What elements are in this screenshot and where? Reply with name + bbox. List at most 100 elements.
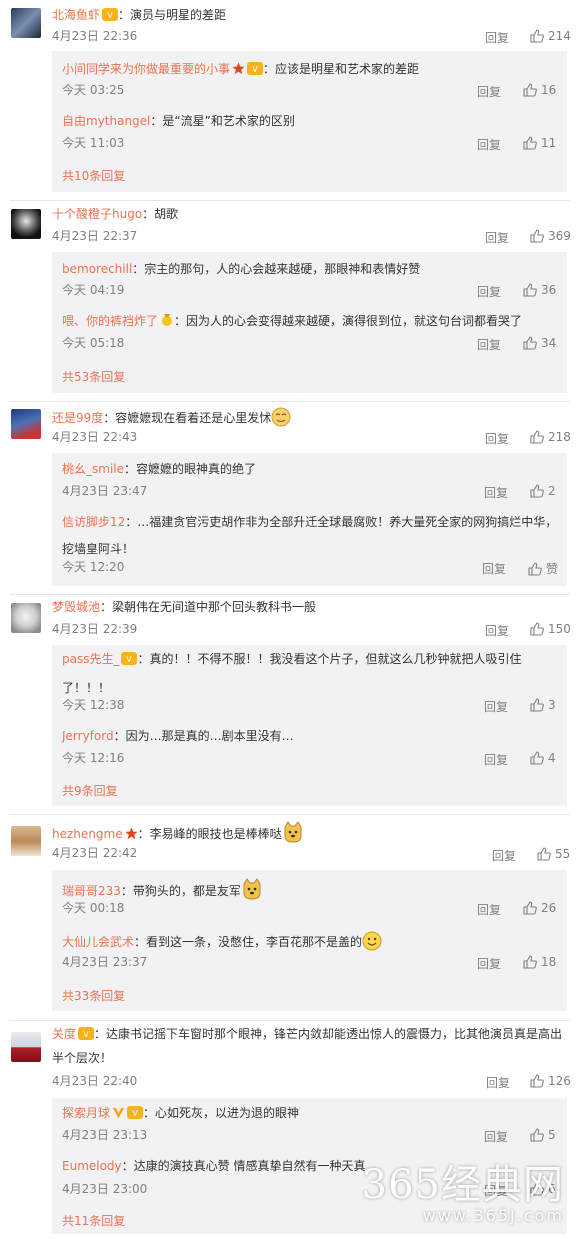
divider: [10, 401, 570, 402]
like-count: 36: [541, 283, 557, 297]
reply-button[interactable]: 回复: [492, 847, 516, 864]
username-link[interactable]: 关度: [52, 1027, 76, 1041]
reply-button[interactable]: 回复: [484, 1128, 508, 1145]
like-count: 369: [548, 229, 571, 243]
username-link[interactable]: 信访脚步12: [62, 515, 125, 529]
like-button[interactable]: 214: [530, 29, 571, 43]
like-button[interactable]: 34: [523, 336, 556, 350]
reply-button[interactable]: 回复: [477, 136, 501, 153]
reply-text: ：达康的演技真心赞 情感真挚自然有一种天真: [121, 1159, 366, 1173]
avatar[interactable]: [11, 8, 41, 38]
gold-medal-icon: [160, 313, 174, 332]
username-link[interactable]: Eumelody: [62, 1159, 122, 1173]
like-button[interactable]: 3: [530, 698, 556, 712]
like-button[interactable]: 赞: [528, 560, 558, 577]
like-count: 2: [548, 484, 556, 498]
reply-header: 喂、你的裤裆炸了 ：因为人的心会变得越来越硬，演得很到位，就这句台词都看哭了: [62, 313, 522, 332]
reply-box: pass先生_ V ：真的！！不得不服！！我没看这个片子，但就这么几秒钟就把人吸引住…: [52, 645, 567, 806]
reply-button[interactable]: 回复: [484, 751, 508, 768]
reply-box: 瑞哥哥233：带狗头的，都是友军 今天 00:18 回复 26 大仙儿会武术：看…: [52, 870, 567, 1011]
like-button[interactable]: 4: [530, 751, 556, 765]
thumbs-up-icon: [523, 901, 537, 915]
thumbs-up-icon: [523, 955, 537, 969]
username-link[interactable]: 探索月球: [62, 1106, 110, 1120]
username-link[interactable]: 自由mythangel: [62, 114, 150, 128]
like-button[interactable]: 218: [530, 430, 571, 444]
username-link[interactable]: bemorechill: [62, 262, 132, 276]
like-button[interactable]: 16: [523, 83, 556, 97]
reply-button[interactable]: 回复: [477, 336, 501, 353]
like-count: 55: [555, 847, 571, 861]
more-replies-link[interactable]: 共33条回复: [62, 987, 125, 1004]
reply-box: bemorechill：宗主的那句，人的心会越来越硬，那眼神和表情好赞 今天 0…: [52, 252, 567, 393]
more-replies-link[interactable]: 共53条回复: [62, 368, 125, 385]
reply-text: ：容嬷嬷的眼神真的绝了: [124, 462, 257, 476]
reply-time: 4月23日 23:37: [62, 955, 148, 969]
avatar[interactable]: [11, 409, 41, 439]
more-replies-link[interactable]: 共10条回复: [62, 167, 125, 184]
username-link[interactable]: 十个酸橙子hugo: [52, 207, 142, 221]
reply-button[interactable]: 回复: [484, 698, 508, 715]
reply-button[interactable]: 回复: [485, 229, 509, 246]
reply-button[interactable]: 回复: [482, 560, 506, 577]
like-button[interactable]: 150: [530, 622, 571, 636]
thumbs-up-icon: [523, 336, 537, 350]
like-button[interactable]: 55: [537, 847, 570, 861]
avatar[interactable]: [11, 603, 41, 633]
like-count: 3: [548, 698, 556, 712]
comment-header: 十个酸橙子hugo：胡歌: [52, 206, 178, 223]
like-button[interactable]: 26: [523, 901, 556, 915]
reply-header: 桃幺_smile：容嬷嬷的眼神真的绝了: [62, 461, 256, 478]
username-link[interactable]: 大仙儿会武术: [62, 935, 134, 949]
username-link[interactable]: pass先生_: [62, 652, 119, 666]
vip-badge-icon: V: [102, 8, 119, 26]
reply-time: 今天 05:18: [62, 336, 125, 350]
thumbs-up-icon: [530, 29, 544, 43]
reply-button[interactable]: 回复: [477, 901, 501, 918]
like-button[interactable]: 36: [523, 283, 556, 297]
watermark: 365经典网 www.365J.com: [362, 1152, 564, 1225]
verified-v-icon: [112, 1106, 125, 1124]
like-button[interactable]: 2: [530, 484, 556, 498]
username-link[interactable]: 喂、你的裤裆炸了: [62, 314, 158, 328]
comment-header: hezhengme ：李易峰的眼技也是棒棒哒: [52, 821, 304, 848]
more-replies-link[interactable]: 共9条回复: [62, 782, 118, 799]
avatar[interactable]: [11, 209, 41, 239]
comment-header: 北海鱼虾 V ：演员与明星的差距: [52, 7, 226, 26]
reply-button[interactable]: 回复: [477, 955, 501, 972]
like-count: 126: [548, 1074, 571, 1088]
reply-time: 今天 03:25: [62, 83, 125, 97]
like-button[interactable]: 126: [530, 1074, 571, 1088]
username-link[interactable]: 瑞哥哥233: [62, 884, 121, 898]
thumbs-up-icon: [530, 698, 544, 712]
username-link[interactable]: 还是99度: [52, 411, 103, 425]
vip-badge-icon: V: [127, 1106, 144, 1124]
reply-button[interactable]: 回复: [486, 1074, 510, 1091]
reply-text: ：看到这一条，没憋住，李百花那不是盖的: [134, 935, 363, 949]
username-link[interactable]: 小间同学来为你做最重要的小事: [62, 62, 230, 76]
vip-badge-icon: V: [247, 62, 264, 80]
reply-time: 4月23日 23:47: [62, 484, 148, 498]
username-link[interactable]: hezhengme: [52, 827, 123, 841]
avatar[interactable]: [11, 1032, 41, 1062]
reply-button[interactable]: 回复: [485, 622, 509, 639]
reply-button[interactable]: 回复: [485, 430, 509, 447]
reply-button[interactable]: 回复: [485, 29, 509, 46]
like-button[interactable]: 369: [530, 229, 571, 243]
doge-emoji-icon: [241, 878, 263, 905]
username-link[interactable]: 桃幺_smile: [62, 462, 124, 476]
more-replies-link[interactable]: 共11条回复: [62, 1212, 125, 1229]
reply-button[interactable]: 回复: [477, 283, 501, 300]
username-link[interactable]: 北海鱼虾: [52, 8, 100, 22]
reply-button[interactable]: 回复: [484, 484, 508, 501]
thumbs-up-icon: [537, 847, 551, 861]
reply-button[interactable]: 回复: [477, 83, 501, 100]
username-link[interactable]: Jerryford: [62, 729, 114, 743]
comment-text: ：达康书记摇下车窗时那个眼神，锋芒内敛却能透出惊人的震慑力，比其他演员真是高出半…: [52, 1027, 563, 1065]
username-link[interactable]: 梦毁城池: [52, 600, 100, 614]
like-button[interactable]: 18: [523, 955, 556, 969]
avatar[interactable]: [11, 826, 41, 856]
like-button[interactable]: 11: [523, 136, 556, 150]
like-count: 5: [548, 1128, 556, 1142]
like-button[interactable]: 5: [530, 1128, 556, 1142]
